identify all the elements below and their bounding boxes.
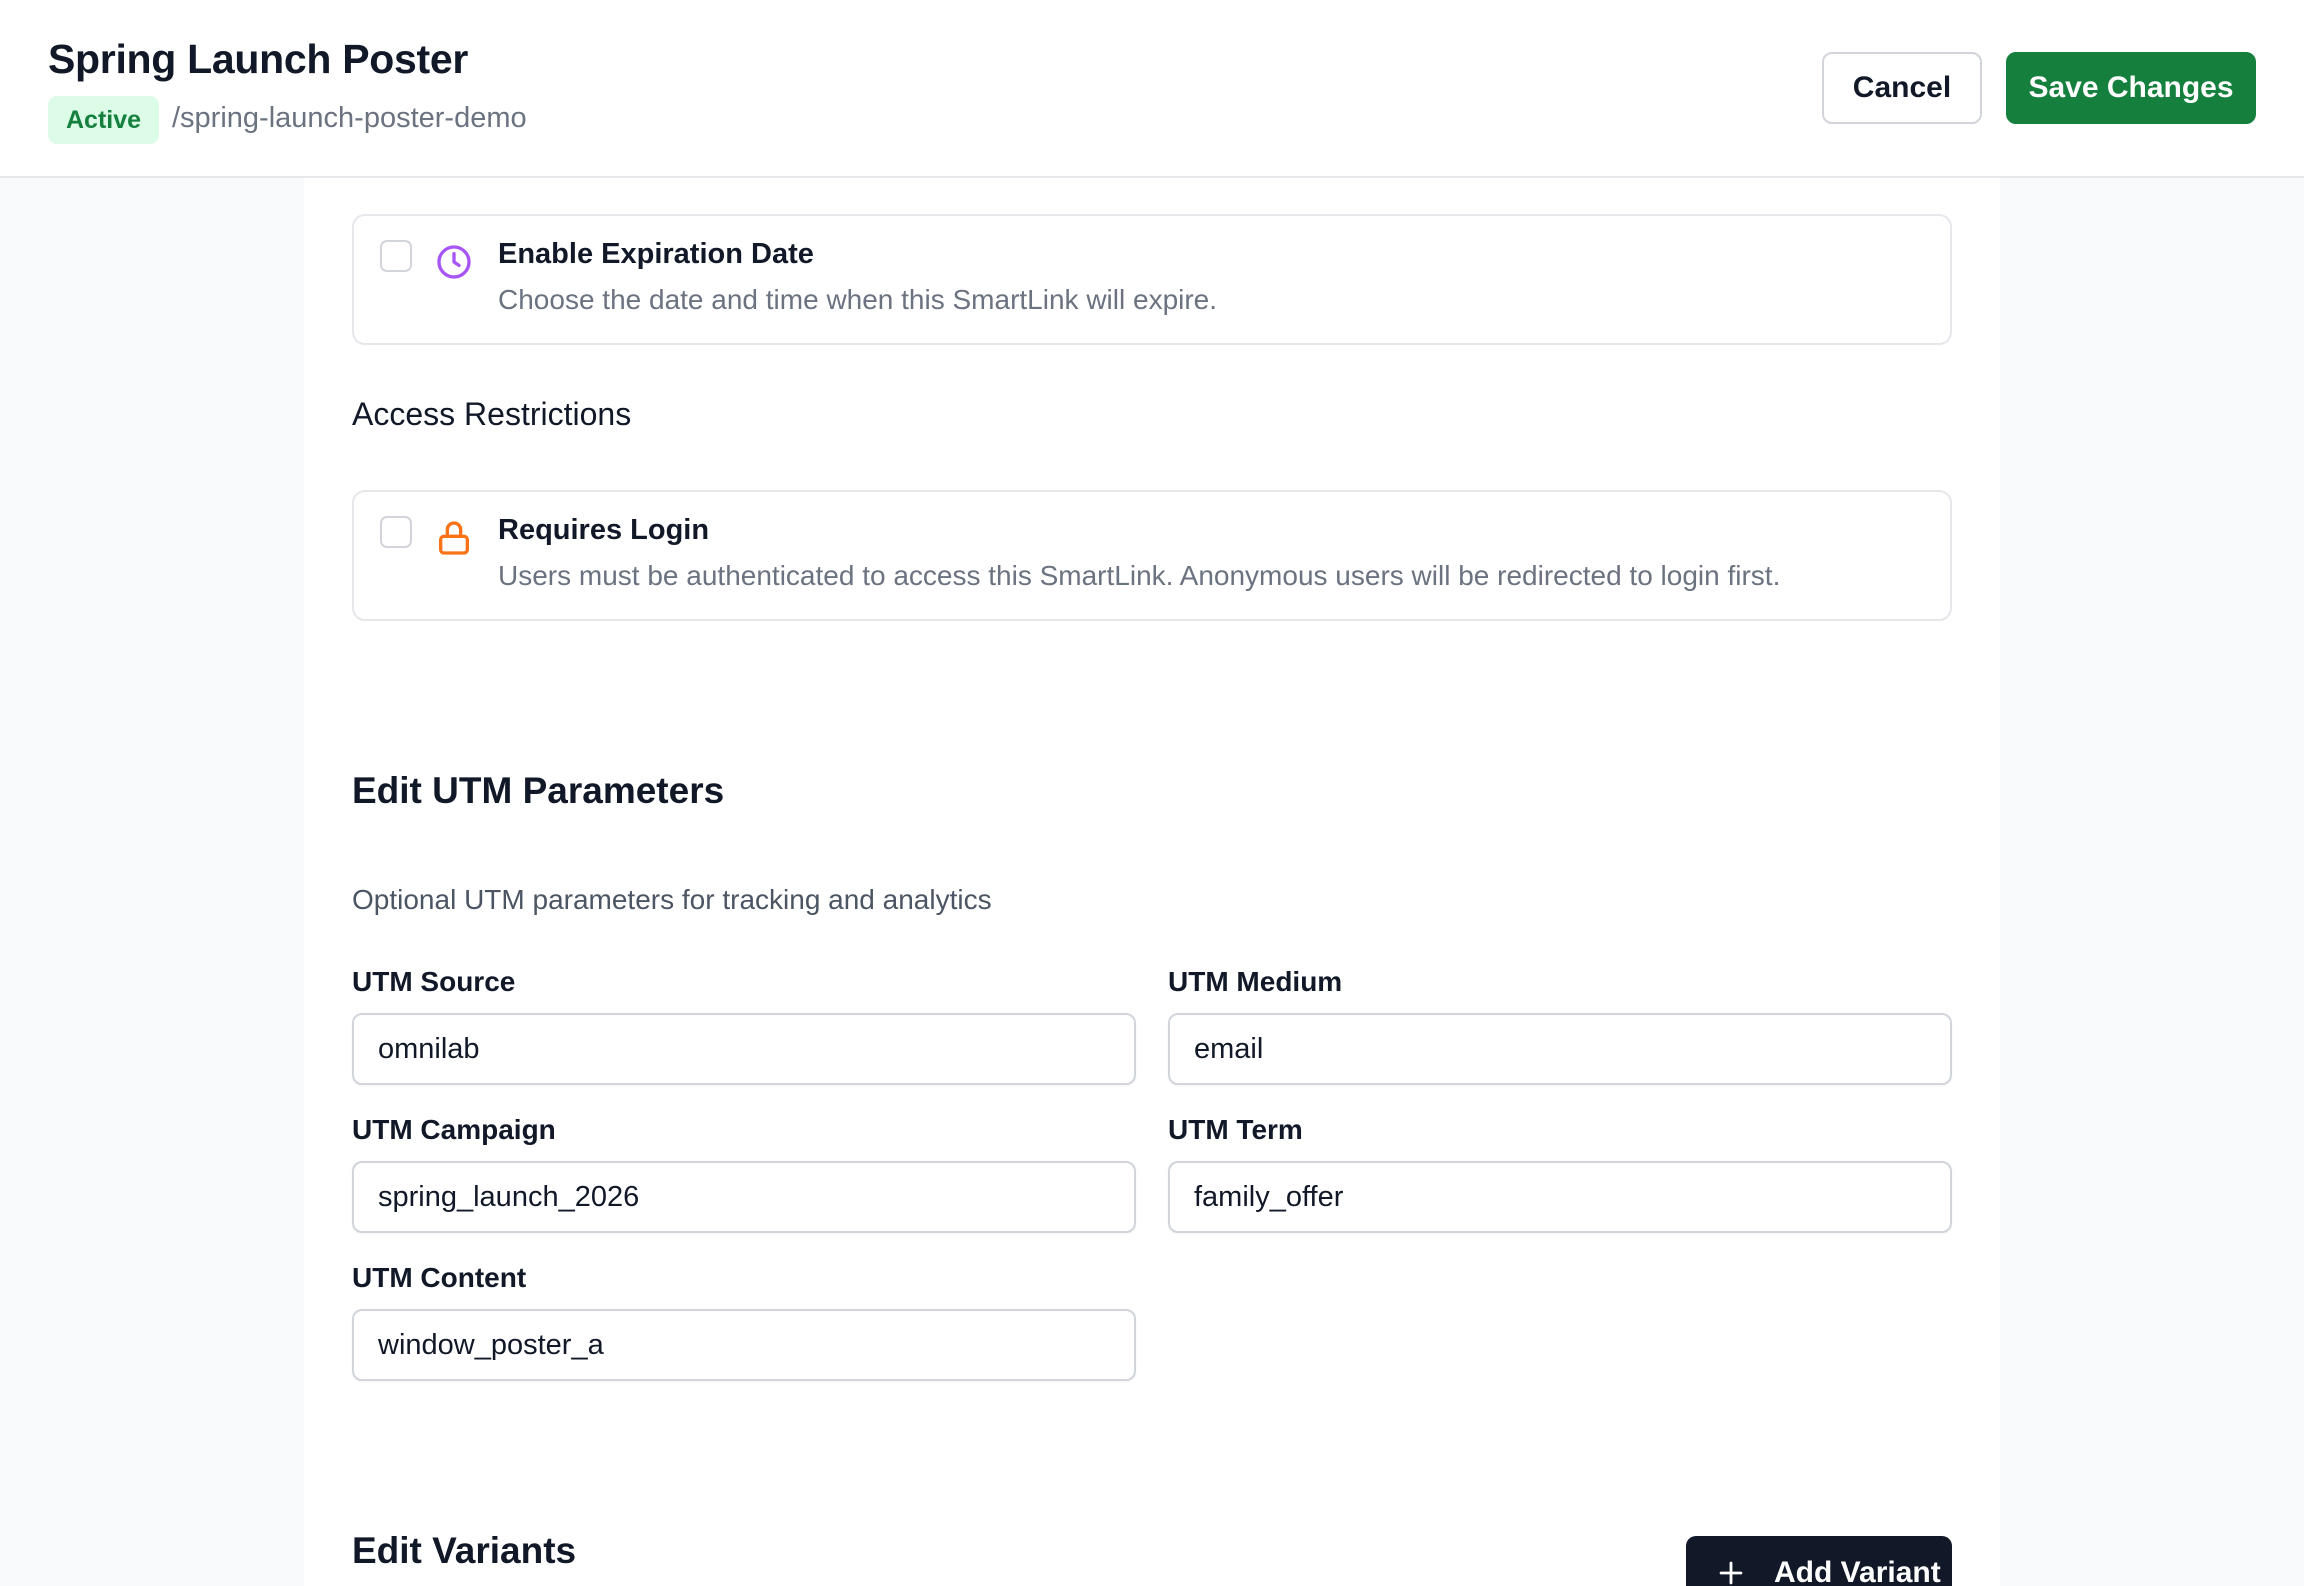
- clock-icon: [437, 245, 471, 279]
- page-title: Spring Launch Poster: [48, 36, 468, 82]
- plus-icon: [1719, 1561, 1743, 1585]
- utm-content-input[interactable]: [352, 1309, 1136, 1381]
- link-slug: /spring-launch-poster-demo: [172, 102, 527, 134]
- expiration-option-card: Enable Expiration Date Choose the date a…: [352, 214, 1952, 345]
- requires-login-description: Users must be authenticated to access th…: [498, 560, 1781, 591]
- utm-section-title: Edit UTM Parameters: [352, 770, 725, 811]
- utm-campaign-input[interactable]: [352, 1161, 1136, 1233]
- utm-term-input[interactable]: [1168, 1161, 1952, 1233]
- requires-login-title: Requires Login: [498, 514, 710, 546]
- lock-icon: [439, 521, 469, 555]
- utm-medium-label: UTM Medium: [1168, 966, 1343, 997]
- utm-content-label: UTM Content: [352, 1262, 527, 1293]
- utm-source-label: UTM Source: [352, 966, 516, 997]
- utm-term-label: UTM Term: [1168, 1114, 1303, 1145]
- expiration-checkbox[interactable]: [380, 240, 412, 272]
- utm-medium-input[interactable]: [1168, 1013, 1952, 1085]
- cancel-button[interactable]: Cancel: [1822, 52, 1982, 124]
- variants-section-title: Edit Variants: [352, 1530, 577, 1571]
- utm-source-input[interactable]: [352, 1013, 1136, 1085]
- add-variant-button[interactable]: Add Variant: [1686, 1536, 1952, 1586]
- expiration-title: Enable Expiration Date: [498, 238, 814, 270]
- status-badge: Active: [48, 96, 160, 144]
- save-changes-button[interactable]: Save Changes: [2006, 52, 2256, 124]
- utm-section-description: Optional UTM parameters for tracking and…: [352, 884, 992, 915]
- add-variant-label: Add Variant: [1774, 1556, 1941, 1586]
- expiration-description: Choose the date and time when this Smart…: [498, 284, 1218, 315]
- page-header: Spring Launch Poster Active /spring-laun…: [0, 0, 2304, 178]
- utm-campaign-label: UTM Campaign: [352, 1114, 556, 1145]
- access-restrictions-heading: Access Restrictions: [352, 396, 632, 432]
- requires-login-option-card: Requires Login Users must be authenticat…: [352, 490, 1952, 621]
- requires-login-checkbox[interactable]: [380, 516, 412, 548]
